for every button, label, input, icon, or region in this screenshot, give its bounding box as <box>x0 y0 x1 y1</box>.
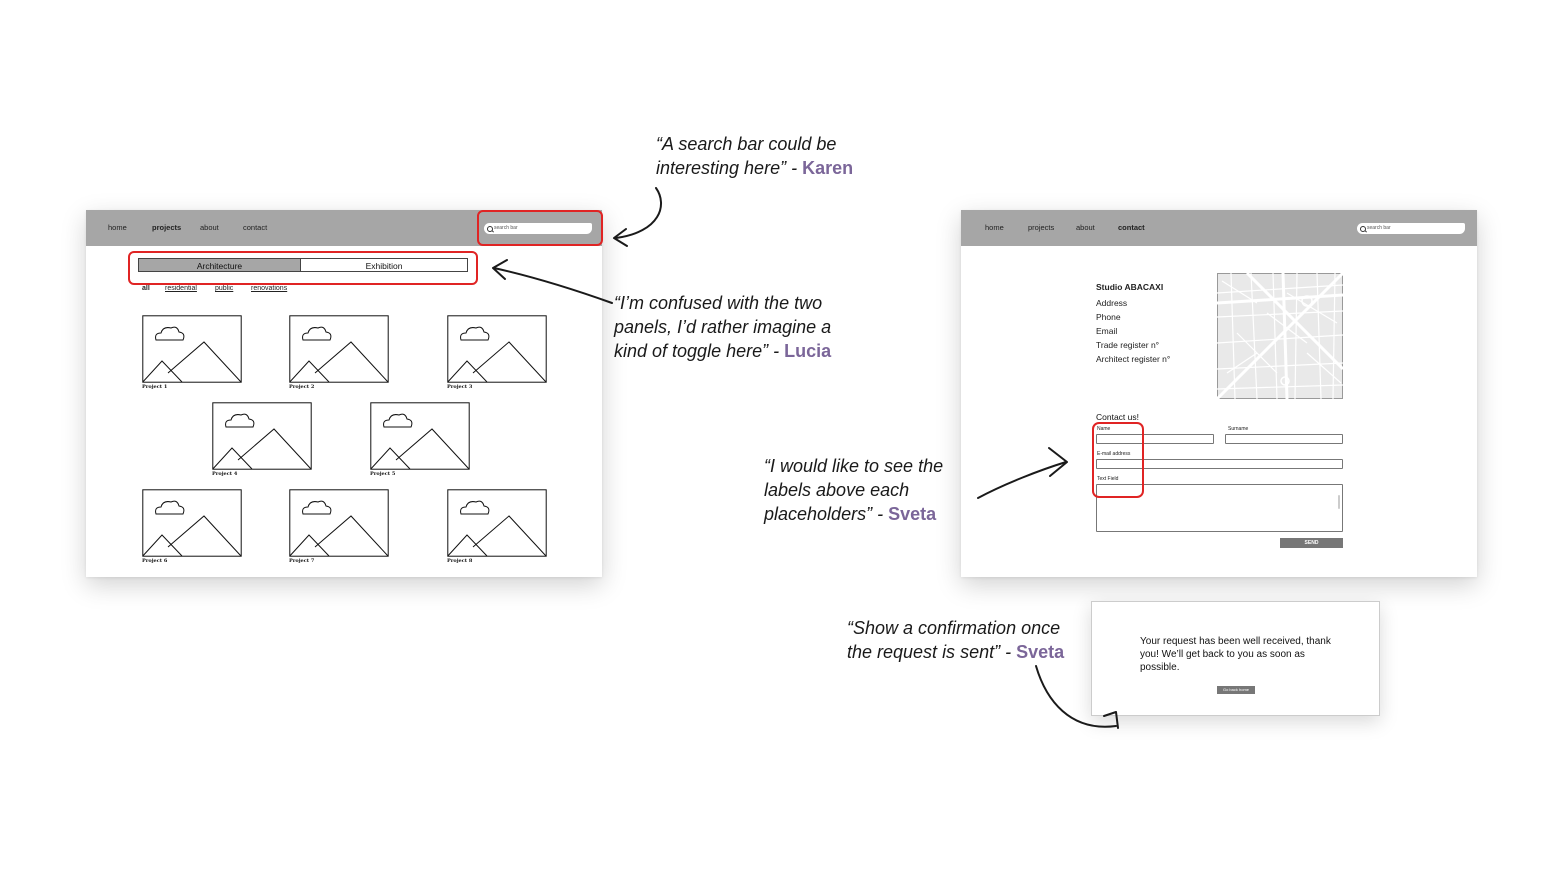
arrow-to-tabs <box>492 259 613 304</box>
annotation-arrows <box>492 187 1119 729</box>
arrow-to-labels <box>977 447 1068 499</box>
arrow-to-search <box>613 187 662 247</box>
arrow-to-confirmation <box>1035 665 1119 729</box>
